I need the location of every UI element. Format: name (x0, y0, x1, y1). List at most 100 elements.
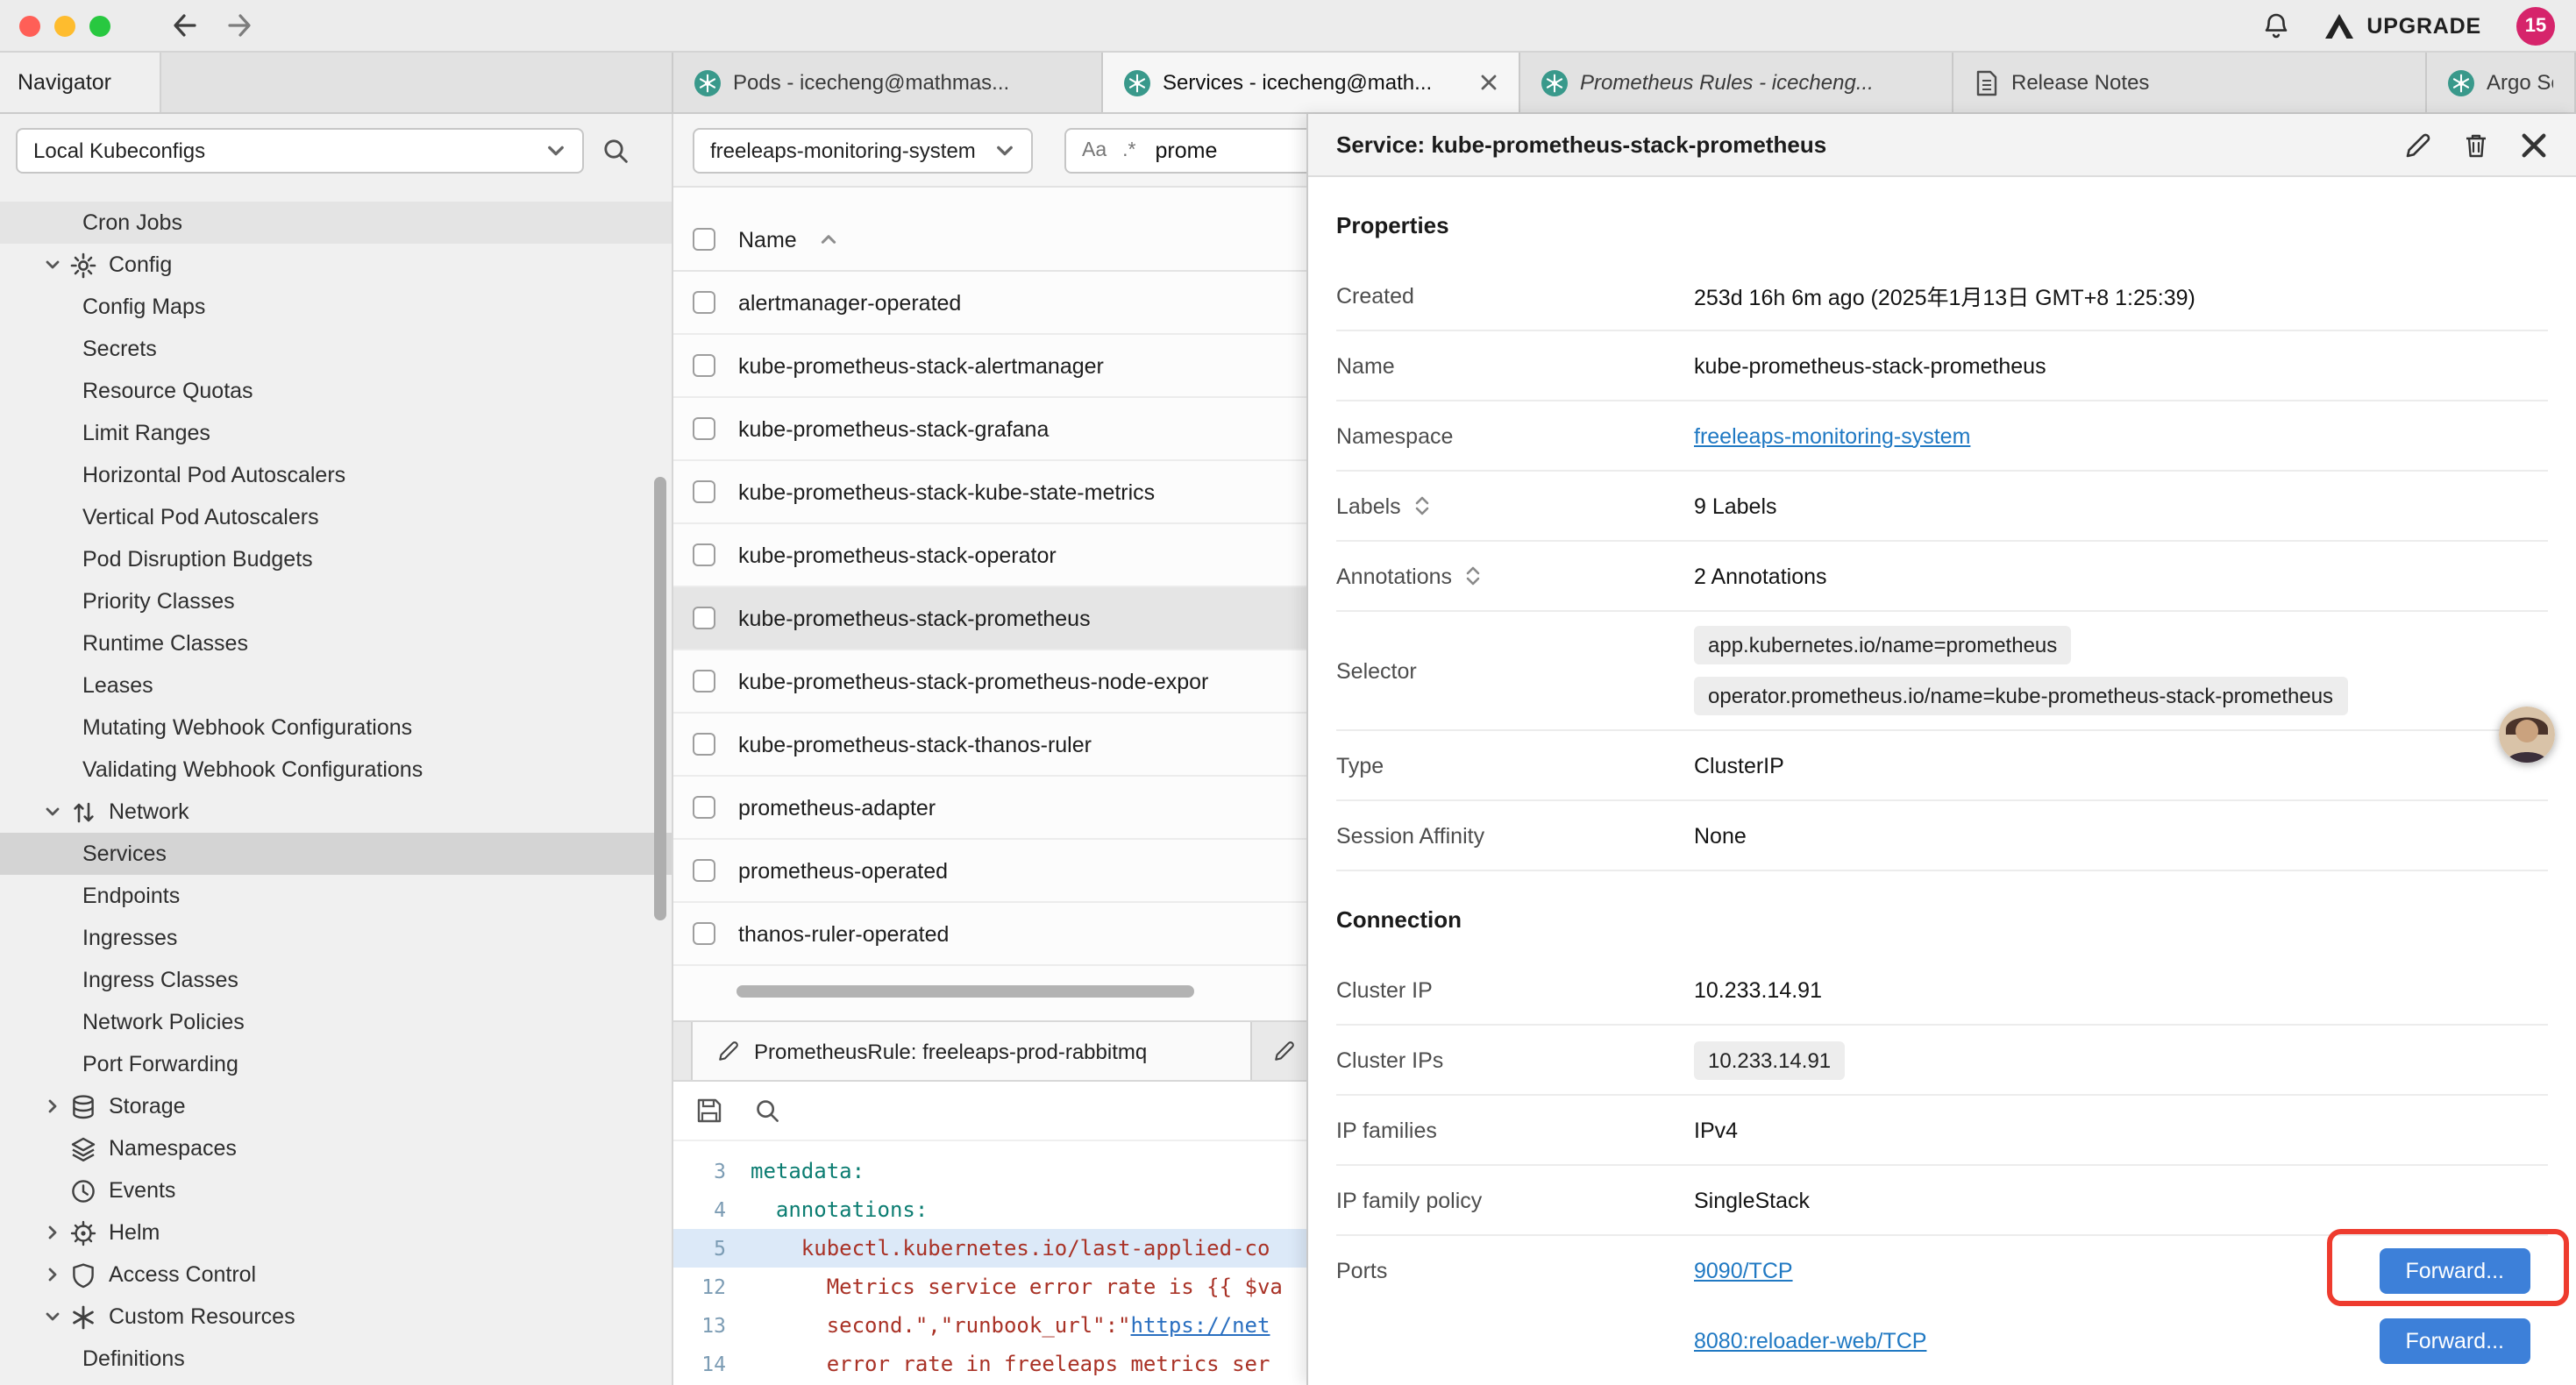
sidebar-item-helm[interactable]: Helm (0, 1211, 672, 1254)
back-icon[interactable] (170, 11, 200, 40)
dock-tab-prometheusrule[interactable]: PrometheusRule: freeleaps-prod-rabbitmq (691, 1022, 1252, 1080)
sidebar-item-endpoints[interactable]: Endpoints (0, 875, 672, 917)
select-all-checkbox[interactable] (693, 228, 715, 251)
match-case-toggle[interactable]: Aa (1082, 139, 1107, 160)
row-checkbox[interactable] (693, 417, 715, 440)
editor-search-icon[interactable] (754, 1097, 780, 1124)
namespace-selector[interactable]: freeleaps-monitoring-system (693, 127, 1033, 173)
sidebar-item-label: Namespaces (109, 1136, 237, 1161)
search-input[interactable] (1152, 136, 1311, 164)
sidebar-item-cron-jobs[interactable]: Cron Jobs (0, 202, 672, 244)
sort-ascending-icon[interactable] (820, 230, 839, 249)
type-value: ClusterIP (1694, 753, 1784, 778)
kubernetes-icon (694, 69, 721, 96)
row-checkbox[interactable] (693, 859, 715, 882)
expand-updown-icon[interactable] (1462, 565, 1484, 587)
regex-toggle[interactable]: .* (1122, 139, 1135, 160)
tab-release-notes[interactable]: Release Notes (1953, 53, 2427, 112)
sidebar-item-access-control[interactable]: Access Control (0, 1254, 672, 1296)
property-row-cluster-ip: Cluster IP 10.233.14.91 (1336, 955, 2548, 1026)
sidebar-item-config[interactable]: Config (0, 244, 672, 286)
row-checkbox[interactable] (693, 922, 715, 945)
close-drawer-icon[interactable] (2520, 131, 2548, 159)
sidebar-item-ingresses[interactable]: Ingresses (0, 917, 672, 959)
user-avatar[interactable] (2499, 707, 2555, 763)
kubernetes-icon (2448, 69, 2474, 96)
row-checkbox[interactable] (693, 354, 715, 377)
row-checkbox[interactable] (693, 670, 715, 692)
sidebar-item-label: Network (109, 799, 189, 824)
network-arrows-icon (70, 799, 96, 825)
property-row-annotations: Annotations 2 Annotations (1336, 542, 2548, 612)
maximize-window-button[interactable] (89, 15, 110, 36)
sidebar-item-storage[interactable]: Storage (0, 1085, 672, 1127)
tab-services-active[interactable]: Services - icecheng@math... (1103, 53, 1520, 112)
horizontal-scrollbar-thumb[interactable] (737, 985, 1194, 998)
ip-family-policy-value: SingleStack (1694, 1188, 1810, 1212)
avatar-image (2499, 707, 2555, 763)
line-number: 12 (673, 1268, 751, 1306)
sidebar-item-mutating-webhook-configurations[interactable]: Mutating Webhook Configurations (0, 707, 672, 749)
edit-pencil-icon[interactable] (2404, 131, 2432, 159)
sidebar-item-vertical-pod-autoscalers[interactable]: Vertical Pod Autoscalers (0, 496, 672, 538)
sidebar-item-network-policies[interactable]: Network Policies (0, 1001, 672, 1043)
clock-icon (70, 1177, 96, 1204)
sidebar-item-port-forwarding[interactable]: Port Forwarding (0, 1043, 672, 1085)
delete-trash-icon[interactable] (2462, 131, 2490, 159)
sidebar-item-runtime-classes[interactable]: Runtime Classes (0, 622, 672, 664)
close-window-button[interactable] (19, 15, 40, 36)
tab-bar: Navigator Pods - icecheng@mathmas... Ser… (0, 53, 2576, 114)
row-checkbox[interactable] (693, 796, 715, 819)
sidebar-item-resource-quotas[interactable]: Resource Quotas (0, 370, 672, 412)
sidebar-item-namespaces[interactable]: Namespaces (0, 1127, 672, 1169)
row-checkbox[interactable] (693, 291, 715, 314)
tab-pods[interactable]: Pods - icecheng@mathmas... (673, 53, 1103, 112)
sidebar-item-ingress-classes[interactable]: Ingress Classes (0, 959, 672, 1001)
row-checkbox[interactable] (693, 733, 715, 756)
sidebar-scrollbar-thumb[interactable] (654, 477, 666, 920)
forward-button-9090[interactable]: Forward... (2379, 1248, 2530, 1294)
sidebar-item-pod-disruption-budgets[interactable]: Pod Disruption Budgets (0, 538, 672, 580)
port-link-8080[interactable]: 8080:reloader-web/TCP (1694, 1329, 1926, 1353)
forward-button-8080[interactable]: Forward... (2379, 1318, 2530, 1364)
property-label: Annotations (1336, 564, 1452, 588)
sidebar-item-horizontal-pod-autoscalers[interactable]: Horizontal Pod Autoscalers (0, 454, 672, 496)
minimize-window-button[interactable] (54, 15, 75, 36)
chevron-down-icon (44, 1308, 61, 1325)
sidebar-item-config-maps[interactable]: Config Maps (0, 286, 672, 328)
annotations-count[interactable]: 2 Annotations (1694, 564, 1827, 588)
tab-prometheus-rules[interactable]: Prometheus Rules - icecheng... (1520, 53, 1953, 112)
port-link-9090[interactable]: 9090/TCP (1694, 1259, 1793, 1283)
sidebar-item-label: Limit Ranges (82, 421, 210, 445)
tab-argo[interactable]: Argo Se (2427, 53, 2576, 112)
forward-icon[interactable] (224, 11, 254, 40)
save-icon[interactable] (696, 1097, 722, 1124)
list-search-box[interactable]: Aa .* (1064, 127, 1327, 173)
namespace-link[interactable]: freeleaps-monitoring-system (1694, 423, 1970, 448)
close-tab-icon[interactable] (1480, 74, 1498, 91)
sidebar-item-custom-resources[interactable]: Custom Resources (0, 1296, 672, 1338)
sidebar-item-secrets[interactable]: Secrets (0, 328, 672, 370)
sidebar-item-leases[interactable]: Leases (0, 664, 672, 707)
sidebar-item-label: Runtime Classes (82, 631, 248, 656)
sidebar-item-definitions[interactable]: Definitions (0, 1338, 672, 1380)
sidebar-search-icon[interactable] (601, 137, 630, 165)
expand-updown-icon[interactable] (1412, 494, 1433, 517)
labels-count[interactable]: 9 Labels (1694, 494, 1777, 518)
sidebar-item-priority-classes[interactable]: Priority Classes (0, 580, 672, 622)
sidebar-item-services[interactable]: Services (0, 833, 672, 875)
sidebar-item-validating-webhook-configurations[interactable]: Validating Webhook Configurations (0, 749, 672, 791)
notifications-bell-icon[interactable] (2261, 11, 2289, 39)
tab-label: Prometheus Rules - icecheng... (1580, 70, 1931, 95)
row-checkbox[interactable] (693, 543, 715, 566)
sidebar-item-limit-ranges[interactable]: Limit Ranges (0, 412, 672, 454)
upgrade-button[interactable]: UPGRADE (2324, 13, 2481, 38)
navigator-tab[interactable]: Navigator (0, 53, 161, 112)
sidebar-item-events[interactable]: Events (0, 1169, 672, 1211)
row-checkbox[interactable] (693, 480, 715, 503)
notification-count-badge[interactable]: 15 (2516, 6, 2555, 45)
sidebar-item-network[interactable]: Network (0, 791, 672, 833)
name-column-header[interactable]: Name (738, 227, 797, 252)
row-checkbox[interactable] (693, 607, 715, 629)
kubeconfig-selector[interactable]: Local Kubeconfigs (16, 128, 584, 174)
